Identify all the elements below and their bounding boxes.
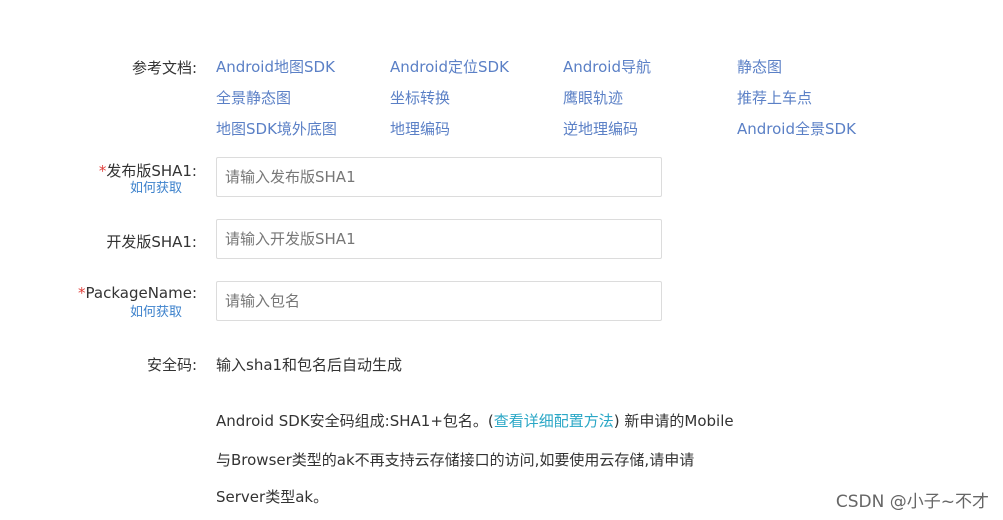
ref-docs-label: 参考文档: <box>131 59 197 77</box>
doc-link-overseas-basemap[interactable]: 地图SDK境外底图 <box>216 118 337 139</box>
note-line-1-end: ) 新申请的Mobile <box>613 412 734 430</box>
doc-link-geocoding[interactable]: 地理编码 <box>390 118 450 139</box>
note-line-2: 与Browser类型的ak不再支持云存储接口的访问,如要使用云存储,请申请 <box>216 451 695 469</box>
doc-link-pickup-point[interactable]: 推荐上车点 <box>737 87 812 108</box>
note-line-1-start: Android SDK安全码组成:SHA1+包名。( <box>216 412 494 430</box>
package-name-label-text: PackageName: <box>85 284 197 302</box>
required-mark: * <box>78 284 86 302</box>
dev-sha1-label: 开发版SHA1: <box>106 233 197 251</box>
dev-sha1-input[interactable] <box>216 219 662 259</box>
security-code-value: 输入sha1和包名后自动生成 <box>216 356 403 374</box>
doc-link-reverse-geocoding[interactable]: 逆地理编码 <box>563 118 638 139</box>
doc-link-coordinate-convert[interactable]: 坐标转换 <box>390 87 450 108</box>
doc-link-android-location-sdk[interactable]: Android定位SDK <box>390 56 509 77</box>
doc-link-android-navigation[interactable]: Android导航 <box>563 56 651 77</box>
doc-link-eagle-eye-track[interactable]: 鹰眼轨迹 <box>563 87 623 108</box>
doc-link-android-panorama-sdk[interactable]: Android全景SDK <box>737 118 856 139</box>
package-name-label: *PackageName: <box>78 284 197 302</box>
csdn-watermark: CSDN @小子~不才 <box>835 492 989 512</box>
note-line-3: Server类型ak。 <box>216 488 329 506</box>
note-line-1: Android SDK安全码组成:SHA1+包名。(查看详细配置方法) 新申请的… <box>216 410 734 431</box>
package-name-help-link[interactable]: 如何获取 <box>130 301 182 320</box>
doc-link-panorama-static[interactable]: 全景静态图 <box>216 87 291 108</box>
doc-link-static-map[interactable]: 静态图 <box>737 56 782 77</box>
doc-link-android-map-sdk[interactable]: Android地图SDK <box>216 56 335 77</box>
release-sha1-input[interactable] <box>216 157 662 197</box>
config-method-link[interactable]: 查看详细配置方法 <box>494 412 614 430</box>
security-code-label: 安全码: <box>146 356 197 374</box>
release-sha1-help-link[interactable]: 如何获取 <box>130 177 182 196</box>
package-name-input[interactable] <box>216 281 662 321</box>
